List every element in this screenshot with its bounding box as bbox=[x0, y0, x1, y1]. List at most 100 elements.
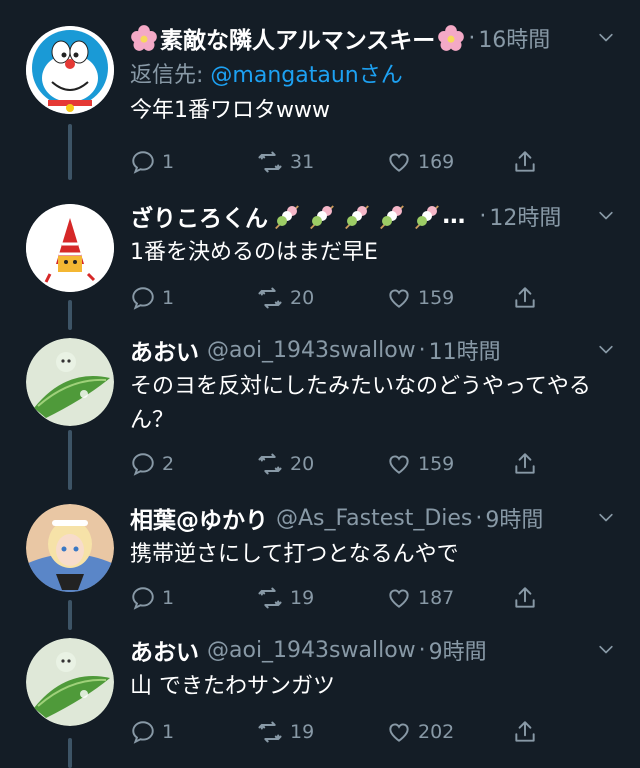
sakura-emoji bbox=[130, 24, 158, 52]
reply-button[interactable]: 1 bbox=[130, 578, 174, 618]
retweet-button[interactable]: 20 bbox=[256, 444, 314, 484]
share-icon bbox=[512, 451, 538, 477]
separator-dot: · bbox=[479, 203, 487, 229]
retweet-icon bbox=[256, 584, 284, 612]
retweet-count: 31 bbox=[290, 151, 315, 173]
tweet[interactable]: ざりころくん … · 12時間 1番を決めるのはまだ早E 1 20 159 bbox=[0, 196, 640, 336]
timestamp[interactable]: 9時間 bbox=[429, 634, 487, 666]
timestamp[interactable]: 11時間 bbox=[429, 334, 501, 366]
tweet[interactable]: あおい @aoi_1943swallow · 11時間 そのヨを反対にしたみたい… bbox=[0, 330, 640, 500]
retweet-count: 19 bbox=[290, 721, 315, 743]
chevron-down-icon[interactable] bbox=[596, 28, 616, 48]
avatar[interactable] bbox=[26, 504, 114, 592]
timestamp[interactable]: 16時間 bbox=[478, 22, 550, 54]
share-icon bbox=[512, 285, 538, 311]
share-button[interactable] bbox=[512, 444, 544, 484]
reply-count: 1 bbox=[162, 287, 175, 309]
display-name[interactable]: 素敵な隣人アルマンスキー bbox=[160, 21, 435, 55]
user-handle[interactable]: @As_Fastest_Dies bbox=[276, 506, 472, 531]
tweet-actions: 1 19 202 bbox=[130, 712, 610, 752]
reply-icon bbox=[130, 451, 156, 477]
separator-dot: · bbox=[418, 637, 426, 663]
display-name[interactable]: あおい bbox=[130, 633, 199, 667]
avatar[interactable] bbox=[26, 204, 114, 292]
name-ellipsis: … bbox=[442, 203, 466, 229]
tweet-text: 山 できたわサンガツ bbox=[130, 674, 335, 699]
tweet-text: そのヨを反対にしたみたいなのどうやってやるん？ bbox=[130, 374, 591, 433]
timestamp[interactable]: 9時間 bbox=[485, 502, 543, 534]
share-icon bbox=[512, 719, 538, 745]
display-name[interactable]: ざりころくん bbox=[130, 199, 268, 233]
reply-handle-link[interactable]: @mangataun bbox=[210, 63, 358, 88]
share-button[interactable] bbox=[512, 278, 544, 318]
retweet-count: 19 bbox=[290, 587, 315, 609]
separator-dot: · bbox=[418, 337, 426, 363]
tweet-text: 携帯逆さにして打つとなるんやで bbox=[130, 542, 459, 567]
reply-button[interactable]: 1 bbox=[130, 278, 174, 318]
like-count: 159 bbox=[418, 287, 455, 309]
reply-button[interactable]: 1 bbox=[130, 142, 174, 182]
retweet-button[interactable]: 20 bbox=[256, 278, 314, 318]
tweet-header: ざりころくん … · 12時間 bbox=[130, 196, 620, 236]
user-handle[interactable]: @aoi_1943swallow bbox=[207, 338, 416, 363]
share-button[interactable] bbox=[512, 712, 544, 752]
reply-button[interactable]: 2 bbox=[130, 444, 174, 484]
reply-prefix: 返信先: bbox=[130, 63, 211, 88]
tweet[interactable]: 素敵な隣人アルマンスキー · 16時間 返信先: @mangataunさん 今年… bbox=[0, 18, 640, 198]
tweet-header: 相葉@ゆかり @As_Fastest_Dies · 9時間 bbox=[130, 498, 620, 538]
like-button[interactable]: 202 bbox=[386, 712, 454, 752]
chevron-down-icon[interactable] bbox=[596, 340, 616, 360]
tweet-actions: 1 19 187 bbox=[130, 578, 610, 618]
reply-count: 1 bbox=[162, 721, 175, 743]
like-button[interactable]: 159 bbox=[386, 278, 454, 318]
retweet-button[interactable]: 31 bbox=[256, 142, 314, 182]
reply-icon bbox=[130, 149, 156, 175]
dango-emoji bbox=[412, 201, 442, 231]
retweet-count: 20 bbox=[290, 453, 315, 475]
display-name[interactable]: 相葉@ゆかり bbox=[130, 501, 268, 535]
reply-count: 2 bbox=[162, 453, 175, 475]
separator-dot: · bbox=[468, 25, 476, 51]
like-icon bbox=[386, 451, 412, 477]
tweet-text: 今年1番ワロタwww bbox=[130, 98, 330, 123]
like-icon bbox=[386, 149, 412, 175]
retweet-button[interactable]: 19 bbox=[256, 578, 314, 618]
retweet-icon bbox=[256, 284, 284, 312]
tweet-actions: 1 20 159 bbox=[130, 278, 610, 318]
reply-count: 1 bbox=[162, 587, 175, 609]
retweet-icon bbox=[256, 718, 284, 746]
like-button[interactable]: 159 bbox=[386, 444, 454, 484]
tweet-actions: 1 31 169 bbox=[130, 142, 610, 182]
share-icon bbox=[512, 149, 538, 175]
share-button[interactable] bbox=[512, 142, 544, 182]
chevron-down-icon[interactable] bbox=[596, 206, 616, 226]
dango-emoji-row bbox=[272, 201, 442, 231]
reply-suffix: さん bbox=[358, 63, 403, 88]
like-button[interactable]: 169 bbox=[386, 142, 454, 182]
dango-emoji bbox=[272, 201, 302, 231]
tweet-text: 1番を決めるのはまだ早E bbox=[130, 240, 378, 265]
retweet-icon bbox=[256, 148, 284, 176]
chevron-down-icon[interactable] bbox=[596, 640, 616, 660]
like-icon bbox=[386, 285, 412, 311]
timestamp[interactable]: 12時間 bbox=[489, 200, 561, 232]
like-count: 159 bbox=[418, 453, 455, 475]
avatar[interactable] bbox=[26, 26, 114, 114]
retweet-button[interactable]: 19 bbox=[256, 712, 314, 752]
avatar[interactable] bbox=[26, 338, 114, 426]
avatar[interactable] bbox=[26, 638, 114, 726]
reply-button[interactable]: 1 bbox=[130, 712, 174, 752]
retweet-icon bbox=[256, 450, 284, 478]
tweet[interactable]: 相葉@ゆかり @As_Fastest_Dies · 9時間 携帯逆さにして打つと… bbox=[0, 498, 640, 628]
display-name[interactable]: あおい bbox=[130, 333, 199, 367]
tweet-actions: 2 20 159 bbox=[130, 444, 610, 484]
share-button[interactable] bbox=[512, 578, 544, 618]
tweet[interactable]: あおい @aoi_1943swallow · 9時間 山 できたわサンガツ 1 … bbox=[0, 630, 640, 768]
reply-icon bbox=[130, 719, 156, 745]
user-handle[interactable]: @aoi_1943swallow bbox=[207, 638, 416, 663]
tweet-header: あおい @aoi_1943swallow · 9時間 bbox=[130, 630, 620, 670]
chevron-down-icon[interactable] bbox=[596, 508, 616, 528]
like-button[interactable]: 187 bbox=[386, 578, 454, 618]
retweet-count: 20 bbox=[290, 287, 315, 309]
reply-context: 返信先: @mangataunさん bbox=[130, 58, 620, 94]
